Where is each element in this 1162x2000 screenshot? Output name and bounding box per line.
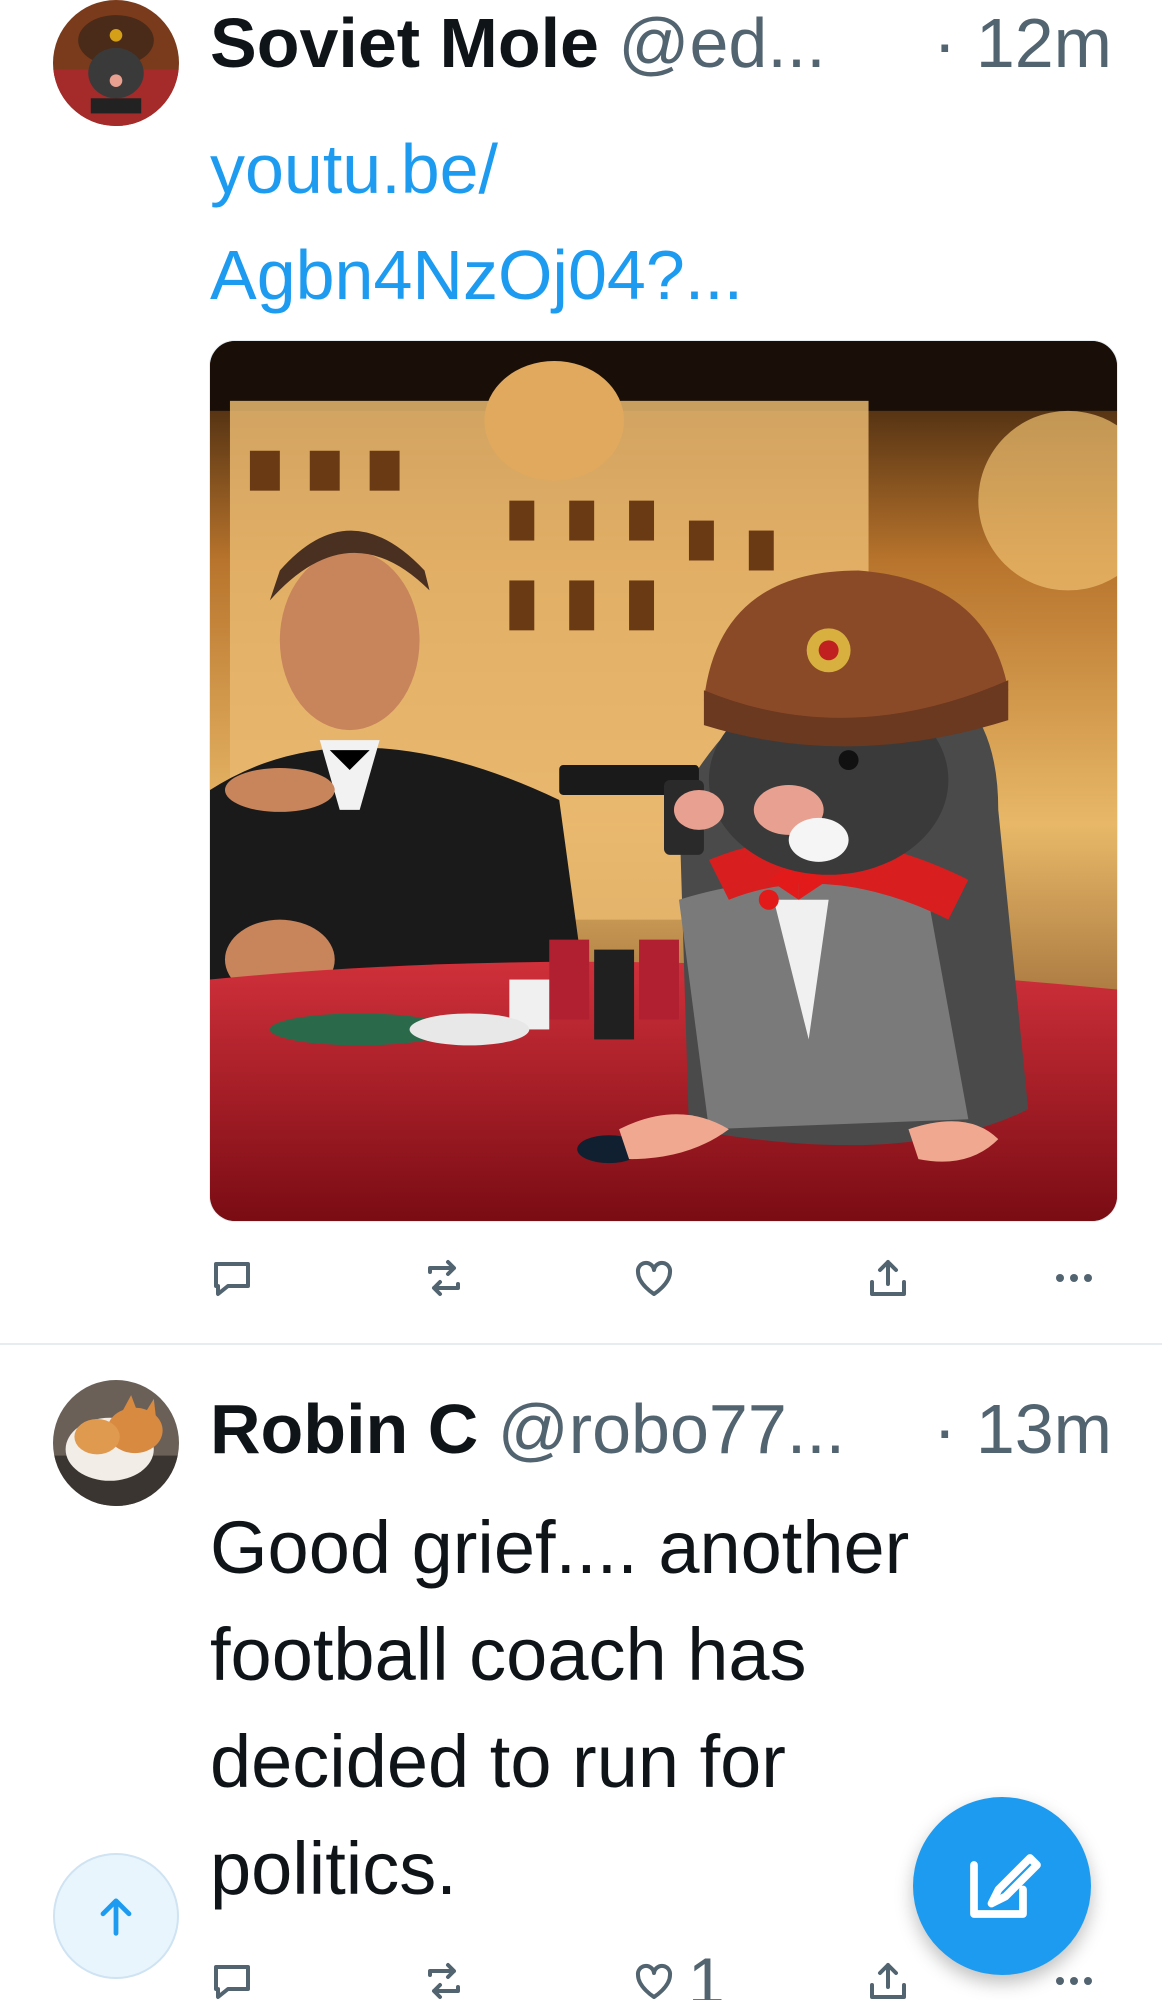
tweet-header: Robin C @robo77... · 13m	[210, 1386, 1112, 1472]
tweet-link[interactable]: youtu.be/ Agbn4NzOj04?...	[210, 116, 743, 328]
scroll-to-top-button[interactable]	[53, 1853, 179, 1979]
tweet-actions	[0, 1243, 1162, 1313]
avatar[interactable]	[53, 0, 179, 126]
text-line: decided to run for	[210, 1720, 786, 1803]
handle[interactable]: @ed...	[618, 4, 825, 82]
compose-tweet-button[interactable]	[913, 1797, 1091, 1975]
like-button[interactable]: 1	[630, 1946, 725, 2000]
reply-icon	[214, 1965, 250, 1999]
tweet-header: Soviet Mole @ed... · 12m	[210, 0, 1112, 86]
share-button[interactable]	[864, 1243, 912, 1313]
handle[interactable]: @robo77...	[498, 1390, 845, 1468]
tweet[interactable]: Soviet Mole @ed... · 12m youtu.be/ Agbn4…	[0, 0, 1162, 1345]
timestamp[interactable]: · 12m	[933, 0, 1112, 86]
text-line: Good grief.... another	[210, 1506, 910, 1589]
more-icon	[1056, 1274, 1092, 1282]
more-button[interactable]	[1050, 1243, 1098, 1313]
display-name[interactable]: Robin C	[210, 1390, 478, 1468]
link-line[interactable]: youtu.be/	[210, 116, 743, 222]
link-line[interactable]: Agbn4NzOj04?...	[210, 222, 743, 328]
display-name[interactable]: Soviet Mole	[210, 4, 599, 82]
like-count: 1	[688, 1944, 725, 2000]
avatar[interactable]	[53, 1380, 179, 1506]
share-button[interactable]	[864, 1946, 912, 2000]
retweet-icon	[428, 1963, 460, 1999]
retweet-icon	[428, 1260, 460, 1296]
share-icon	[870, 1963, 906, 1999]
reply-button[interactable]	[208, 1243, 266, 1313]
reply-button[interactable]	[208, 1946, 266, 2000]
arrow-up-icon	[100, 1898, 132, 1936]
cat-avatar-icon	[53, 1380, 179, 1506]
heart-icon	[635, 1963, 673, 1999]
mole-avatar-icon	[53, 0, 179, 126]
like-button[interactable]	[630, 1243, 688, 1313]
share-icon	[870, 1260, 906, 1296]
more-icon	[1056, 1977, 1092, 1985]
casino-mole-image	[210, 341, 1117, 1221]
retweet-button[interactable]	[420, 1243, 478, 1313]
tweet-media[interactable]	[209, 340, 1118, 1222]
text-line: football coach has	[210, 1613, 807, 1696]
retweet-button[interactable]	[420, 1946, 478, 2000]
heart-icon	[635, 1260, 673, 1296]
timestamp[interactable]: · 13m	[933, 1386, 1112, 1472]
compose-icon	[970, 1854, 1041, 1918]
reply-icon	[214, 1262, 250, 1296]
